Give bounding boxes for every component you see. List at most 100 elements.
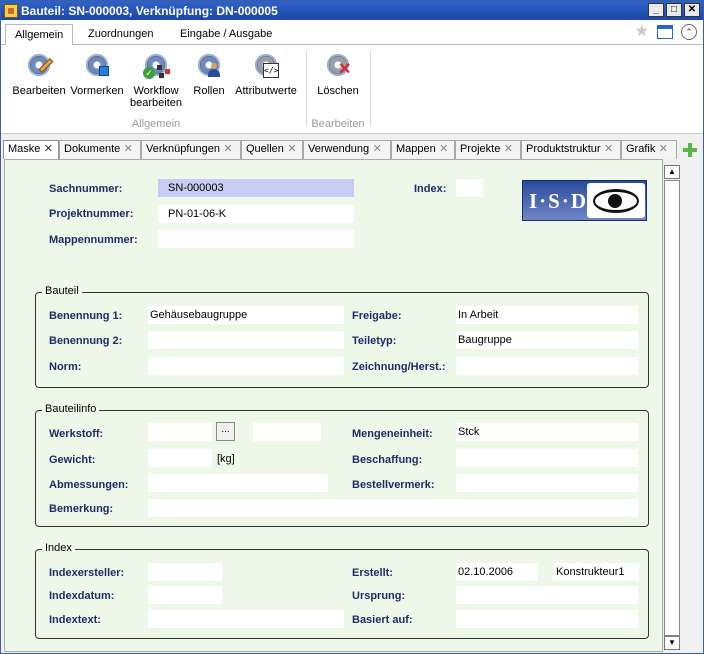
werkstoff-extra-field[interactable] — [253, 423, 321, 441]
abmessungen-label: Abmessungen: — [49, 479, 129, 491]
erstellt-user-field[interactable]: Konstrukteur1 — [553, 563, 639, 581]
close-tab-icon[interactable]: ✕ — [42, 141, 54, 158]
gewicht-label: Gewicht: — [49, 454, 96, 466]
indextext-label: Indextext: — [49, 614, 101, 626]
indexdatum-field[interactable] — [148, 586, 222, 604]
close-tab-icon[interactable]: ✕ — [122, 141, 134, 158]
scroll-up-button[interactable]: ▲ — [664, 165, 680, 179]
bauteilinfo-group-title: Bauteilinfo — [42, 403, 100, 415]
tab-mappen[interactable]: Mappen ✕ — [391, 140, 455, 159]
index-field[interactable] — [456, 179, 483, 197]
ursprung-field[interactable] — [456, 586, 638, 604]
close-tab-icon[interactable]: ✕ — [657, 141, 669, 158]
workflow-bearbeiten-button[interactable]: ✓ Workflow bearbeiten — [127, 51, 185, 109]
ribbon-group-bearbeiten: Bearbeiten — [311, 118, 365, 130]
close-tab-icon[interactable]: ✕ — [286, 141, 298, 158]
projektnummer-label: Projektnummer: — [49, 208, 134, 220]
vertical-scrollbar[interactable]: ▲ ▼ — [664, 165, 680, 652]
teiletyp-label: Teiletyp: — [352, 335, 397, 347]
scroll-thumb[interactable] — [664, 180, 680, 636]
sachnummer-label: Sachnummer: — [49, 183, 123, 195]
ribbon-group-allgemein: Allgemein — [131, 118, 181, 130]
werkstoff-browse-button[interactable]: ... — [216, 422, 235, 441]
star-icon[interactable]: ★ — [635, 23, 649, 41]
loeschen-button[interactable]: ✕ Löschen — [313, 51, 363, 97]
abmessungen-field[interactable] — [148, 474, 328, 492]
title-bar[interactable]: Bauteil: SN-000003, Verknüpfung: DN-0000… — [1, 1, 703, 20]
close-tab-icon[interactable]: ✕ — [502, 141, 514, 158]
teiletyp-field[interactable]: Baugruppe — [456, 331, 638, 349]
bestellvermerk-label: Bestellvermerk: — [352, 479, 435, 491]
close-tab-icon[interactable]: ✕ — [222, 141, 234, 158]
mengeneinheit-field[interactable]: Stck — [456, 423, 638, 441]
ribbon-separator — [370, 51, 371, 126]
tab-verwendung[interactable]: Verwendung ✕ — [303, 140, 391, 159]
rollen-button[interactable]: Rollen — [189, 51, 229, 97]
basiert-label: Basiert auf: — [352, 614, 413, 626]
werkstoff-field[interactable] — [148, 423, 212, 441]
sachnummer-field[interactable]: SN-000003 — [158, 179, 354, 197]
gewicht-field[interactable] — [148, 449, 212, 467]
tab-verknuepfungen[interactable]: Verknüpfungen ✕ — [141, 140, 241, 159]
ribbon-separator — [306, 51, 307, 126]
minimize-button[interactable]: _ — [648, 3, 664, 17]
scroll-down-button[interactable]: ▼ — [664, 636, 680, 650]
close-tab-icon[interactable]: ✕ — [603, 141, 615, 158]
tab-quellen[interactable]: Quellen ✕ — [241, 140, 303, 159]
ribbon-tab-allgemein[interactable]: Allgemein — [5, 24, 74, 46]
werkstoff-label: Werkstoff: — [49, 428, 104, 440]
tab-grafik[interactable]: Grafik ✕ — [621, 140, 677, 159]
zeichnung-field[interactable] — [456, 357, 638, 375]
projektnummer-field[interactable]: PN-01-06-K — [158, 205, 354, 223]
beschaffung-field[interactable] — [456, 449, 638, 467]
add-tab-icon[interactable] — [682, 142, 698, 158]
indexersteller-field[interactable] — [148, 563, 222, 581]
vormerken-button[interactable]: Vormerken — [68, 51, 126, 97]
tab-projekte[interactable]: Projekte ✕ — [455, 140, 521, 159]
basiert-field[interactable] — [456, 610, 638, 628]
index-label: Index: — [414, 183, 447, 195]
collapse-ribbon-icon[interactable]: ⌃ — [681, 24, 697, 40]
code-icon: </> — [263, 63, 279, 78]
person-icon — [208, 63, 220, 77]
app-icon — [4, 3, 18, 18]
maximize-button[interactable]: □ — [666, 3, 682, 17]
index-group: Index Indexersteller: Indexdatum: Indext… — [35, 542, 649, 639]
benennung1-field[interactable]: Gehäusebaugruppe — [148, 306, 344, 324]
logo-text: I·S·D — [529, 189, 589, 213]
index-group-title: Index — [42, 542, 75, 554]
benennung2-label: Benennung 2: — [49, 335, 123, 347]
application-window: Bauteil: SN-000003, Verknüpfung: DN-0000… — [0, 0, 704, 654]
zeichnung-label: Zeichnung/Herst.: — [352, 361, 446, 373]
bauteil-group: Bauteil Benennung 1: Gehäusebaugruppe Be… — [35, 285, 649, 388]
erstellt-date-field[interactable]: 02.10.2006 — [456, 563, 538, 581]
ribbon-tab-eingabe-ausgabe[interactable]: Eingabe / Ausgabe — [171, 24, 281, 45]
workflow-nodes-icon — [157, 65, 170, 78]
mappennummer-field[interactable] — [158, 230, 354, 248]
mappennummer-label: Mappennummer: — [49, 234, 138, 246]
bearbeiten-button[interactable]: Bearbeiten — [11, 51, 67, 97]
close-tab-icon[interactable]: ✕ — [438, 141, 450, 158]
bemerkung-label: Bemerkung: — [49, 503, 114, 515]
erstellt-label: Erstellt: — [352, 567, 393, 579]
close-button[interactable]: ✕ — [684, 3, 700, 17]
bemerkung-field[interactable] — [148, 499, 638, 517]
tab-produktstruktur[interactable]: Produktstruktur ✕ — [521, 140, 621, 159]
norm-field[interactable] — [148, 357, 344, 375]
tab-dokumente[interactable]: Dokumente ✕ — [59, 140, 141, 159]
attributwerte-button[interactable]: </> Attributwerte — [231, 51, 301, 97]
benennung1-label: Benennung 1: — [49, 310, 123, 322]
indextext-field[interactable] — [148, 610, 344, 628]
freigabe-label: Freigabe: — [352, 310, 402, 322]
ribbon-tab-zuordnungen[interactable]: Zuordnungen — [79, 24, 162, 45]
close-tab-icon[interactable]: ✕ — [371, 141, 383, 158]
indexersteller-label: Indexersteller: — [49, 567, 125, 579]
bauteilinfo-group: Bauteilinfo Werkstoff: ... Gewicht: [kg]… — [35, 403, 649, 527]
bookmark-icon — [99, 66, 109, 76]
freigabe-field[interactable]: In Arbeit — [456, 306, 638, 324]
bestellvermerk-field[interactable] — [456, 474, 638, 492]
tab-maske[interactable]: Maske ✕ — [3, 140, 59, 159]
window-icon[interactable] — [657, 25, 673, 39]
benennung2-field[interactable] — [148, 331, 344, 349]
ribbon: Bearbeiten Vormerken ✓ Workflow bearbeit… — [1, 45, 703, 134]
